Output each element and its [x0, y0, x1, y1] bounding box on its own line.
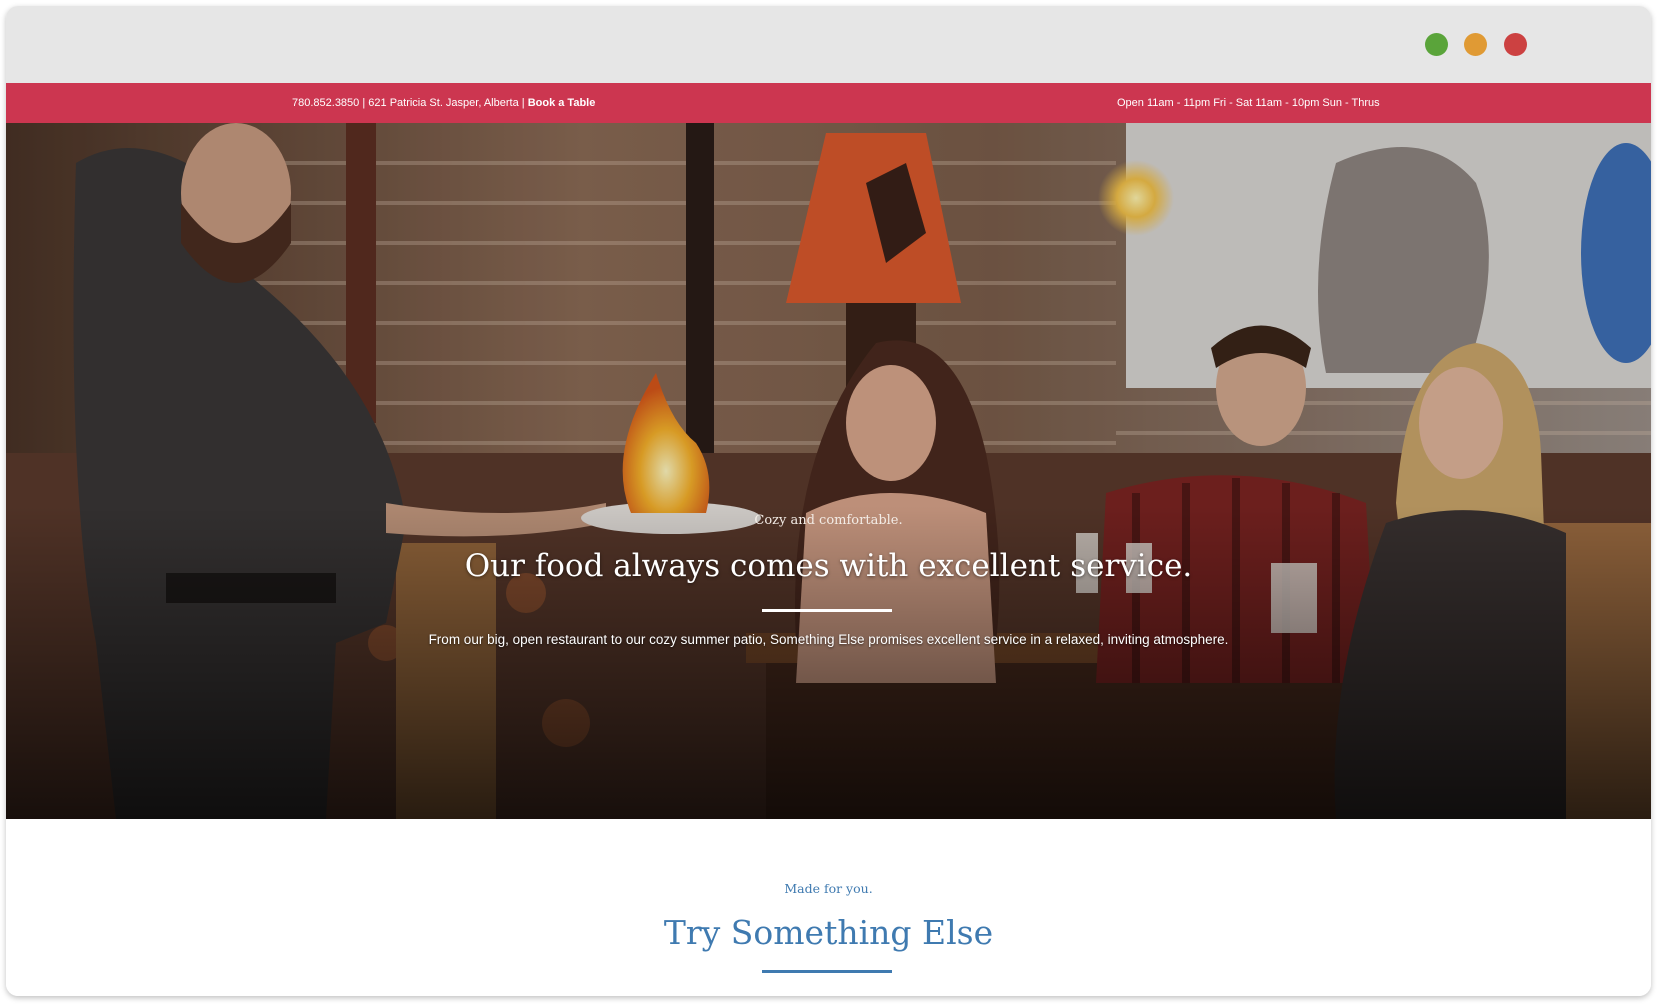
hero-eyebrow: Cozy and comfortable.: [754, 513, 903, 528]
separator: |: [518, 97, 528, 109]
info-bar: 780.852.3850 | 621 Patricia St. Jasper, …: [6, 83, 1651, 123]
section-divider: [762, 970, 892, 973]
phone-link[interactable]: 780.852.3850: [292, 97, 359, 109]
hero-divider: [762, 609, 892, 612]
address-text: 621 Patricia St. Jasper, Alberta: [368, 97, 519, 109]
hero-text: Cozy and comfortable. Our food always co…: [6, 123, 1651, 819]
section-title: Try Something Else: [663, 913, 994, 952]
section-eyebrow: Made for you.: [784, 881, 873, 896]
browser-window: 780.852.3850 | 621 Patricia St. Jasper, …: [6, 6, 1651, 996]
maximize-button[interactable]: [1425, 33, 1448, 56]
window-titlebar: [6, 6, 1651, 84]
close-button[interactable]: [1504, 33, 1527, 56]
intro-section: Made for you. Try Something Else: [6, 819, 1651, 996]
book-table-link[interactable]: Book a Table: [528, 97, 596, 109]
minimize-button[interactable]: [1464, 33, 1487, 56]
hero-banner: Cozy and comfortable. Our food always co…: [6, 123, 1651, 819]
contact-info: 780.852.3850 | 621 Patricia St. Jasper, …: [292, 97, 595, 109]
opening-hours: Open 11am - 11pm Fri - Sat 11am - 10pm S…: [1117, 97, 1380, 109]
hero-headline: Our food always comes with excellent ser…: [464, 548, 1193, 584]
hero-description: From our big, open restaurant to our coz…: [428, 632, 1229, 647]
separator: |: [359, 97, 369, 109]
